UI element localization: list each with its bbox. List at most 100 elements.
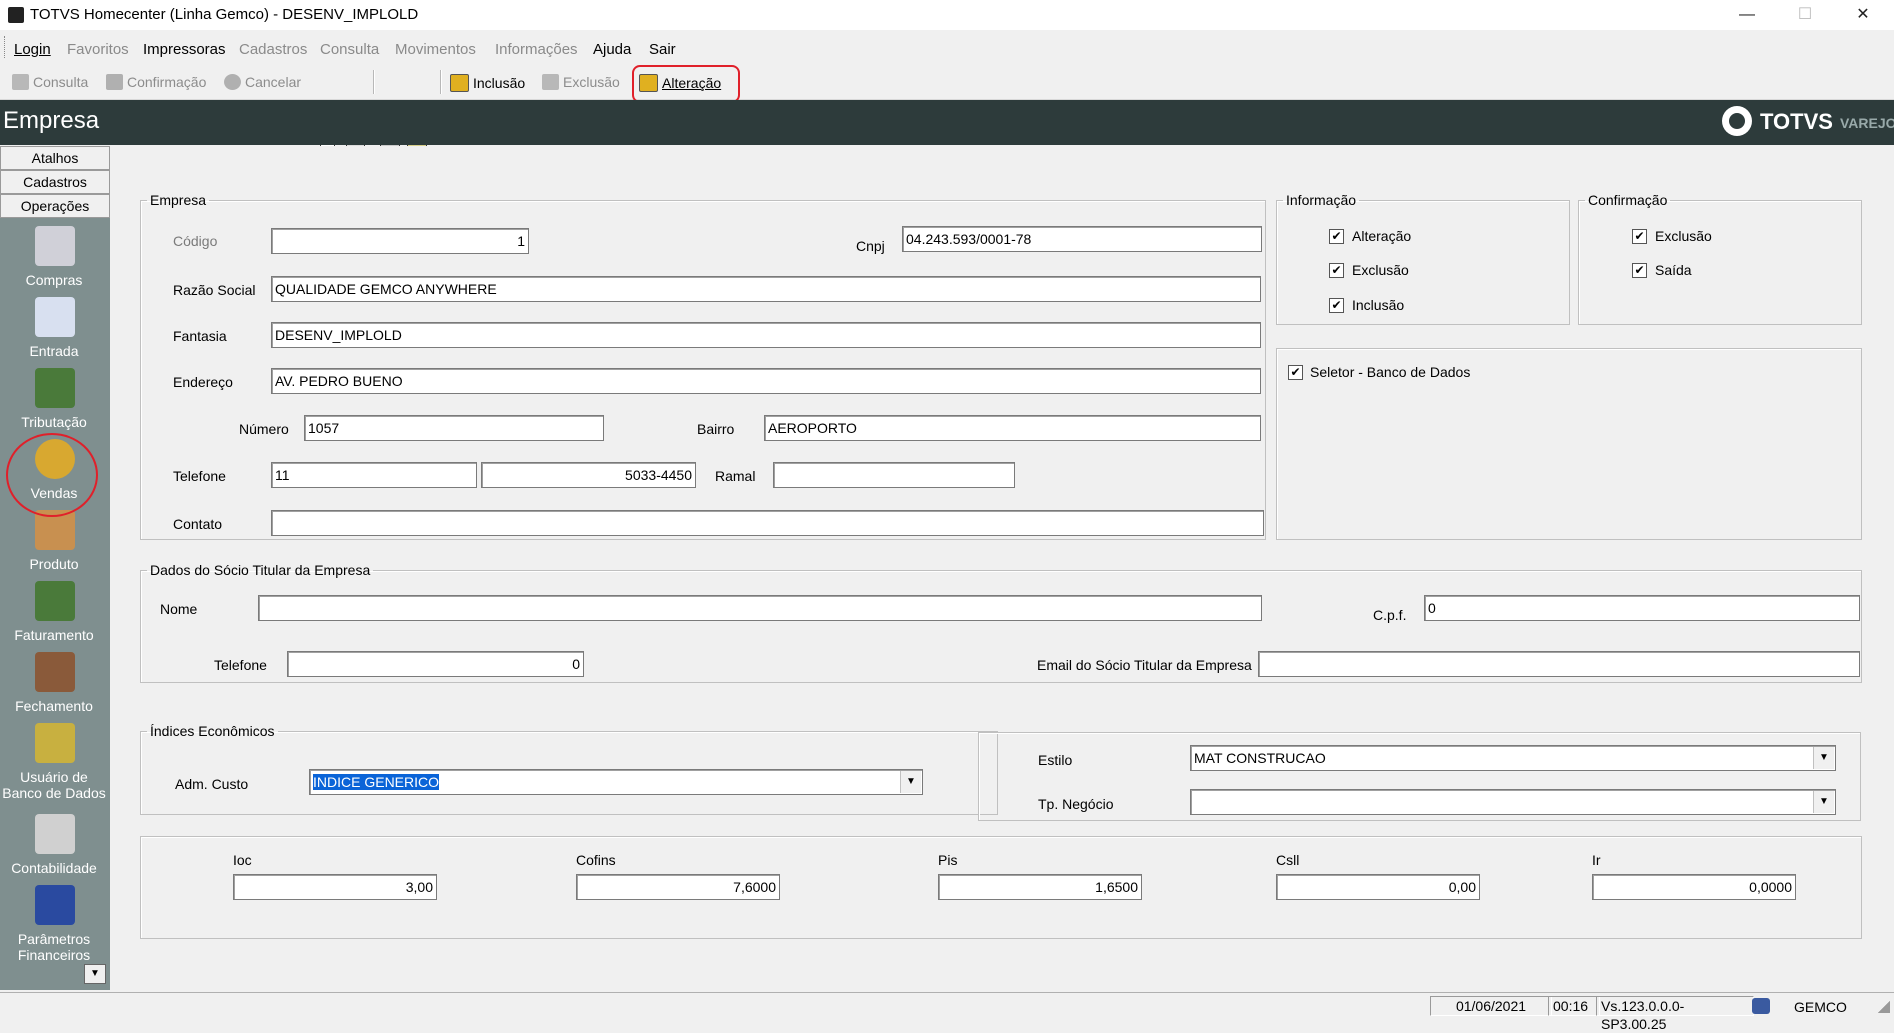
window-title: TOTVS Homecenter (Linha Gemco) - DESENV_…: [30, 6, 419, 23]
sidebar-item-usuario-banco[interactable]: Usuário de Banco de Dados: [0, 723, 108, 813]
confirmacao-legend: Confirmação: [1588, 192, 1668, 208]
sidebar-tab-atalhos[interactable]: Atalhos: [0, 146, 110, 170]
informacao-exclusao-checkbox[interactable]: ✔: [1329, 263, 1344, 278]
confirmacao-exclusao-label: Exclusão: [1655, 228, 1712, 244]
confirmacao-button[interactable]: Confirmação: [106, 74, 206, 90]
confirmacao-exclusao-checkbox[interactable]: ✔: [1632, 229, 1647, 244]
sidebar-tab-cadastros[interactable]: Cadastros: [0, 170, 110, 194]
maximize-button[interactable]: ☐: [1776, 0, 1834, 30]
cnpj-field[interactable]: 04.243.593/0001-78: [902, 226, 1262, 252]
chevron-down-icon[interactable]: ▼: [1813, 747, 1834, 769]
indices-legend: Índices Econômicos: [150, 723, 275, 739]
socio-legend: Dados do Sócio Titular da Empresa: [150, 562, 371, 578]
tp-negocio-select[interactable]: ▼: [1190, 789, 1836, 815]
ioc-field[interactable]: 3,00: [233, 874, 437, 900]
ramal-field[interactable]: [773, 462, 1015, 488]
cofins-field[interactable]: 7,6000: [576, 874, 780, 900]
informacao-group: Informação: [1276, 192, 1570, 325]
menu-movimentos[interactable]: Movimentos: [395, 41, 476, 58]
informacao-legend: Informação: [1286, 192, 1357, 208]
save-icon: [106, 74, 123, 90]
menu-bar: Login Favoritos Impressoras Cadastros Co…: [0, 32, 1894, 63]
fantasia-label: Fantasia: [173, 328, 227, 344]
database-user-icon: [35, 723, 75, 763]
sidebar-item-faturamento[interactable]: Faturamento: [0, 581, 108, 651]
socio-cpf-field[interactable]: 0: [1424, 595, 1860, 621]
close-button[interactable]: ✕: [1834, 0, 1892, 30]
app-icon: [8, 7, 24, 23]
sidebar: Atalhos Cadastros Operações Compras Entr…: [0, 146, 110, 990]
billing-icon: [35, 581, 75, 621]
csll-field[interactable]: 0,00: [1276, 874, 1480, 900]
shopping-cart-icon: [35, 226, 75, 266]
codigo-label: Código: [173, 233, 218, 249]
financial-parameters-icon: [35, 885, 75, 925]
status-version: Vs.123.0.0.0-SP3.00.25: [1596, 996, 1754, 1032]
brand-name: TOTVS: [1760, 109, 1833, 134]
socio-telefone-field[interactable]: 0: [287, 651, 584, 677]
adm-custo-select[interactable]: INDICE GENERICO ▼: [309, 769, 923, 795]
add-record-icon: [450, 74, 469, 92]
consulta-button[interactable]: Consulta: [12, 74, 88, 90]
socio-cpf-label: C.p.f.: [1373, 607, 1407, 623]
sidebar-item-parametros-financeiros[interactable]: Parâmetros Financeiros: [0, 885, 108, 965]
sidebar-item-produto[interactable]: Produto: [0, 510, 108, 580]
codigo-field[interactable]: 1: [271, 228, 529, 254]
cancelar-button[interactable]: Cancelar: [224, 74, 301, 90]
chevron-down-icon[interactable]: ▼: [1813, 791, 1834, 813]
ir-field[interactable]: 0,0000: [1592, 874, 1796, 900]
menu-login[interactable]: Login: [14, 41, 51, 58]
menu-cadastros[interactable]: Cadastros: [239, 41, 307, 58]
empresa-legend: Empresa: [150, 192, 207, 208]
menu-sair[interactable]: Sair: [649, 41, 676, 58]
sidebar-item-contabilidade[interactable]: Contabilidade: [0, 814, 108, 884]
menu-informacoes[interactable]: Informações: [495, 41, 578, 58]
bairro-field[interactable]: AEROPORTO: [764, 415, 1261, 441]
status-date: 01/06/2021: [1430, 996, 1552, 1016]
pis-label: Pis: [938, 852, 958, 868]
contato-field[interactable]: [271, 510, 1264, 536]
numero-field[interactable]: 1057: [304, 415, 604, 441]
inclusao-button[interactable]: Inclusão: [450, 74, 525, 92]
network-icon: [1752, 998, 1770, 1014]
chevron-down-icon[interactable]: ▼: [900, 771, 921, 793]
menu-impressoras[interactable]: Impressoras: [143, 41, 226, 58]
socio-nome-field[interactable]: [258, 595, 1262, 621]
sidebar-item-tributacao[interactable]: Tributação: [0, 368, 108, 438]
resize-grip-icon[interactable]: [1878, 1001, 1890, 1013]
endereco-field[interactable]: AV. PEDRO BUENO: [271, 368, 1261, 394]
fantasia-field[interactable]: DESENV_IMPLOLD: [271, 322, 1261, 348]
status-user: GEMCO: [1794, 999, 1847, 1015]
menu-consulta[interactable]: Consulta: [320, 41, 379, 58]
socio-nome-label: Nome: [160, 601, 198, 617]
menu-favoritos[interactable]: Favoritos: [67, 41, 129, 58]
estilo-select[interactable]: MAT CONSTRUCAO ▼: [1190, 745, 1836, 771]
confirmacao-saida-checkbox[interactable]: ✔: [1632, 263, 1647, 278]
tax-icon: [35, 368, 75, 408]
sidebar-item-compras[interactable]: Compras: [0, 226, 108, 296]
sidebar-tab-operacoes[interactable]: Operações: [0, 194, 110, 218]
telefone-field[interactable]: 5033-4450: [481, 462, 696, 488]
confirmacao-group: Confirmação: [1578, 192, 1862, 325]
seletor-banco-checkbox[interactable]: ✔: [1288, 365, 1303, 380]
socio-email-field[interactable]: [1258, 651, 1860, 677]
ir-label: Ir: [1592, 852, 1601, 868]
minimize-button[interactable]: —: [1718, 0, 1776, 30]
ddd-field[interactable]: 11: [271, 462, 477, 488]
exclusao-button[interactable]: Exclusão: [542, 74, 620, 90]
menu-ajuda[interactable]: Ajuda: [593, 41, 631, 58]
razao-social-field[interactable]: QUALIDADE GEMCO ANYWHERE: [271, 276, 1261, 302]
closing-folder-icon: [35, 652, 75, 692]
informacao-inclusao-checkbox[interactable]: ✔: [1329, 298, 1344, 313]
delete-record-icon: [542, 74, 559, 90]
highlight-vendas: [6, 433, 98, 517]
sidebar-scroll-down-button[interactable]: ▼: [84, 964, 106, 984]
sidebar-item-fechamento[interactable]: Fechamento: [0, 652, 108, 722]
status-bar: 01/06/2021 00:16 Vs.123.0.0.0-SP3.00.25 …: [0, 992, 1894, 1032]
entry-document-icon: [35, 297, 75, 337]
brand-sub: VAREJO: [1840, 115, 1894, 131]
pis-field[interactable]: 1,6500: [938, 874, 1142, 900]
tp-negocio-label: Tp. Negócio: [1038, 796, 1114, 812]
informacao-alteracao-checkbox[interactable]: ✔: [1329, 229, 1344, 244]
sidebar-item-entrada[interactable]: Entrada: [0, 297, 108, 367]
